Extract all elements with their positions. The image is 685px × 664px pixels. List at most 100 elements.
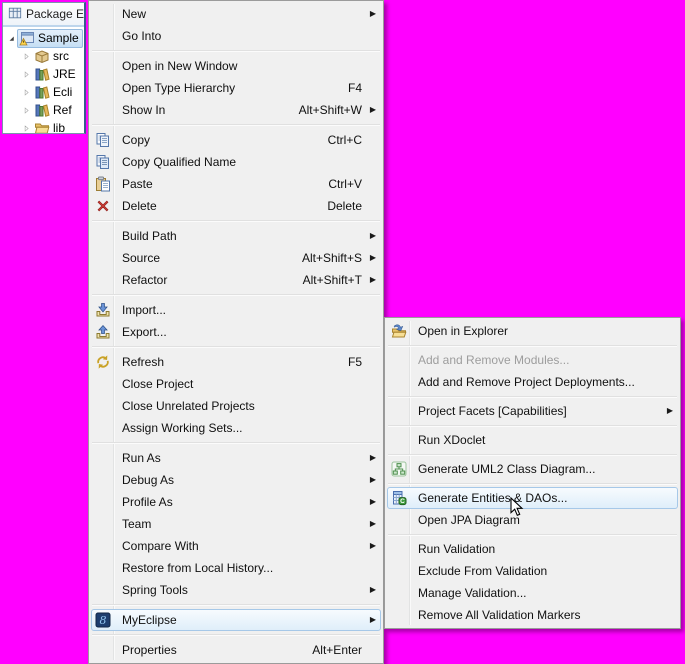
menu-item-label: Refresh [122,355,164,369]
menu-item-label: Manage Validation... [418,586,527,600]
menu-item-project-facets-capabilities[interactable]: Project Facets [Capabilities] ▶ [387,400,678,422]
tree-item-sample[interactable]: Sample [3,29,84,47]
library-icon [34,84,50,100]
menu-item-label: Open Type Hierarchy [122,81,235,95]
project-context-menu: New▶ Go Into Open in New Window Open Type H… [88,0,384,664]
menu-item-label: Export... [122,325,167,339]
menu-separator [387,422,678,429]
menu-item-run-as[interactable]: Run As▶ [91,447,381,469]
menu-item-label: Add and Remove Modules... [418,353,569,367]
menu-item-open-in-explorer[interactable]: Open in Explorer [387,320,678,342]
menu-separator [91,47,381,55]
tree-item-label: Ecli [53,85,72,99]
tree-item-lib[interactable]: lib [3,119,84,134]
menu-item-profile-as[interactable]: Profile As▶ [91,491,381,513]
tree-item-ref[interactable]: Ref [3,101,84,119]
menu-item-compare-with[interactable]: Compare With▶ [91,535,381,557]
twist-expanded-icon[interactable] [6,34,17,43]
menu-item-label: MyEclipse [122,613,177,627]
menu-separator [91,121,381,129]
menu-item-label: Refactor [122,273,167,287]
menu-item-label: Spring Tools [122,583,188,597]
menu-item-source[interactable]: SourceAlt+Shift+S▶ [91,247,381,269]
menu-item-copy-qualified-name[interactable]: Copy Qualified Name [91,151,381,173]
menu-item-shortcut: Delete [327,199,364,213]
menu-separator [91,631,381,639]
menu-item-copy[interactable]: CopyCtrl+C [91,129,381,151]
menu-item-label: Open in New Window [122,59,237,73]
menu-item-run-xdoclet[interactable]: Run XDoclet [387,429,678,451]
menu-item-import[interactable]: Import... [91,299,381,321]
menu-separator [387,342,678,349]
menu-item-restore-from-local-history[interactable]: Restore from Local History... [91,557,381,579]
menu-item-label: Copy Qualified Name [122,155,236,169]
twist-collapsed-icon[interactable] [21,70,32,79]
menu-item-run-validation[interactable]: Run Validation [387,538,678,560]
tree-item-body: Ecli [32,83,76,102]
menu-item-delete[interactable]: DeleteDelete [91,195,381,217]
library-icon [34,102,50,118]
menu-item-go-into[interactable]: Go Into [91,25,381,47]
submenu-arrow-icon: ▶ [366,542,376,550]
twist-collapsed-icon[interactable] [21,106,32,115]
copy-icon [95,132,111,148]
submenu-arrow-icon: ▶ [366,106,376,114]
menu-item-open-in-new-window[interactable]: Open in New Window [91,55,381,77]
menu-item-team[interactable]: Team▶ [91,513,381,535]
generate-entities-icon: C [391,490,407,506]
menu-item-assign-working-sets[interactable]: Assign Working Sets... [91,417,381,439]
menu-item-label: Build Path [122,229,177,243]
menu-item-label: Project Facets [Capabilities] [418,404,567,418]
tree-item-jre[interactable]: JRE [3,65,84,83]
menu-item-debug-as[interactable]: Debug As ▶ [91,469,381,491]
menu-item-remove-all-validation-markers[interactable]: Remove All Validation Markers [387,604,678,626]
menu-item-myeclipse[interactable]: 8MyEclipse▶ [91,609,381,631]
import-icon [95,302,111,318]
menu-item-label: Close Unrelated Projects [122,399,255,413]
menu-item-exclude-from-validation[interactable]: Exclude From Validation [387,560,678,582]
menu-item-add-and-remove-modules[interactable]: Add and Remove Modules... [387,349,678,371]
submenu-arrow-icon: ▶ [366,498,376,506]
package-explorer-icon [8,6,22,23]
menu-item-new[interactable]: New▶ [91,3,381,25]
menu-item-label: Go Into [122,29,161,43]
menu-item-spring-tools[interactable]: Spring Tools▶ [91,579,381,601]
menu-item-refactor[interactable]: RefactorAlt+Shift+T▶ [91,269,381,291]
menu-item-refresh[interactable]: RefreshF5 [91,351,381,373]
menu-item-shortcut: Alt+Shift+S [302,251,364,265]
menu-item-open-type-hierarchy[interactable]: Open Type HierarchyF4 [91,77,381,99]
menu-item-generate-entities-daos[interactable]: CGenerate Entities & DAOs... [387,487,678,509]
export-icon [95,324,111,340]
package-explorer-header[interactable]: Package Ex [3,3,84,27]
menu-item-close-unrelated-projects[interactable]: Close Unrelated Projects [91,395,381,417]
menu-item-close-project[interactable]: Close Project [91,373,381,395]
twist-collapsed-icon[interactable] [21,88,32,97]
twist-collapsed-icon[interactable] [21,52,32,61]
menu-item-label: Debug As [122,473,174,487]
copy-qualified-name-icon [95,154,111,170]
menu-item-properties[interactable]: PropertiesAlt+Enter [91,639,381,661]
submenu-arrow-icon: ▶ [366,454,376,462]
menu-item-open-jpa-diagram[interactable]: Open JPA Diagram [387,509,678,531]
tree-item-ecli[interactable]: Ecli [3,83,84,101]
folder-icon [34,120,50,134]
menu-item-generate-uml2-class-diagram[interactable]: Generate UML2 Class Diagram... [387,458,678,480]
submenu-arrow-icon: ▶ [366,476,376,484]
menu-item-export[interactable]: Export... [91,321,381,343]
menu-item-shortcut: Ctrl+C [328,133,364,147]
menu-item-add-and-remove-project-deployments[interactable]: Add and Remove Project Deployments... [387,371,678,393]
twist-collapsed-icon[interactable] [21,124,32,133]
screen: Package Ex Sample srcJRE Ecli Reflib New▶ Go… [0,0,685,664]
project-tree: Sample srcJRE Ecli Reflib [3,27,84,134]
menu-item-build-path[interactable]: Build Path▶ [91,225,381,247]
tree-item-body: Ref [32,101,76,120]
menu-item-show-in[interactable]: Show InAlt+Shift+W▶ [91,99,381,121]
menu-separator [91,601,381,609]
tree-item-label: Sample [38,31,79,45]
menu-item-manage-validation[interactable]: Manage Validation... [387,582,678,604]
menu-item-label: Run Validation [418,542,495,556]
tree-item-src[interactable]: src [3,47,84,65]
menu-item-paste[interactable]: PasteCtrl+V [91,173,381,195]
submenu-arrow-icon: ▶ [663,407,673,415]
delete-icon [95,198,111,214]
